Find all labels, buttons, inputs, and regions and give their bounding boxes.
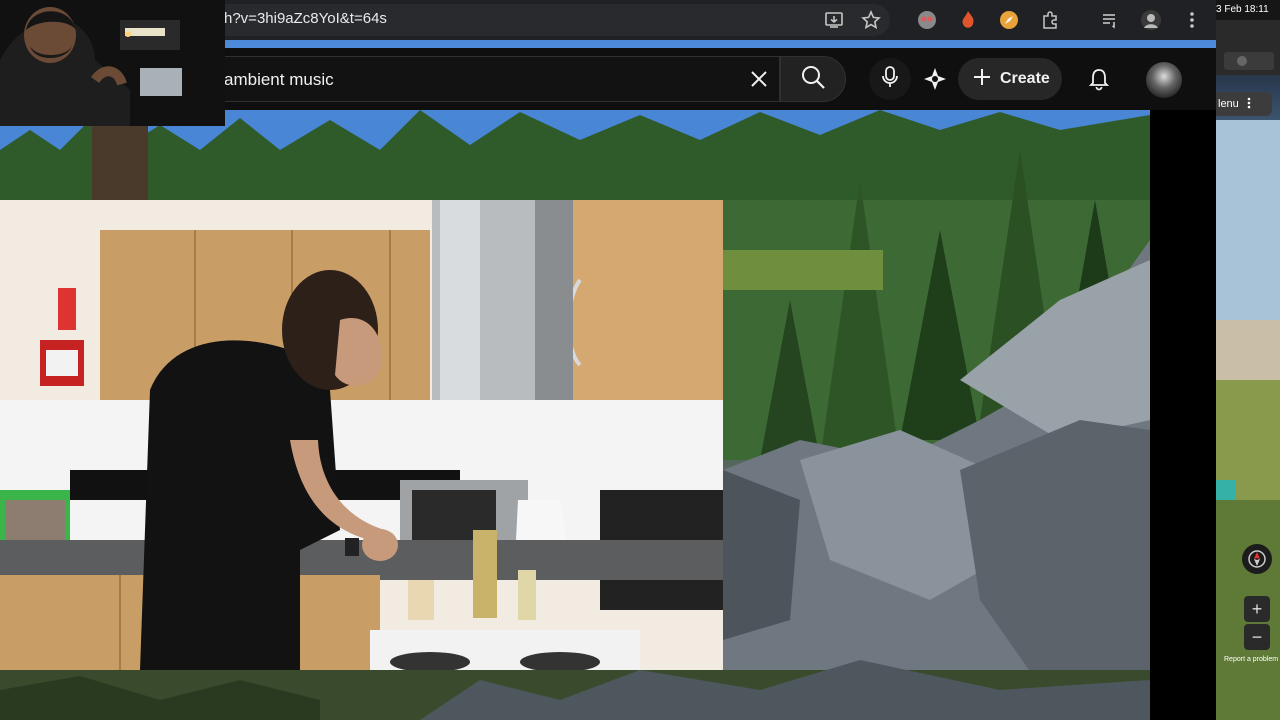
zoom-in-button[interactable]: + [1244,596,1270,622]
media-queue-icon[interactable] [1098,8,1122,32]
side-menu-label: lenu [1218,98,1239,110]
bookmark-star-icon[interactable] [859,8,883,32]
mic-icon [880,65,900,94]
gemini-icon[interactable] [914,58,956,100]
kitchen-video-overlay [0,200,723,670]
address-bar-url[interactable]: h?v=3hi9aZc8YoI&t=64s [224,10,387,27]
more-vert-icon[interactable] [1180,8,1204,32]
voice-search-button[interactable] [869,58,911,100]
plus-icon [972,67,992,92]
system-clock: 3 Feb 18:11 [1216,4,1269,15]
search-icon [800,64,826,95]
profile-icon[interactable] [1139,8,1163,32]
video-letterbox [1150,110,1216,720]
report-problem-link[interactable]: Report a problem [1224,656,1278,663]
extension-avatar-icon[interactable] [915,8,939,32]
compass-icon[interactable] [1242,544,1272,574]
search-button[interactable] [780,56,846,102]
create-label: Create [1000,70,1050,87]
more-vert-icon [1247,97,1251,112]
side-menu-button[interactable]: lenu [1216,92,1272,116]
avatar[interactable] [1146,62,1182,98]
search-query-text[interactable]: ambient music [224,70,334,90]
clear-icon[interactable] [738,58,780,100]
extension-flame-icon[interactable] [956,8,980,32]
extension-compass-icon[interactable] [997,8,1021,32]
bell-icon[interactable] [1078,58,1120,100]
create-button[interactable]: Create [958,58,1062,100]
webcam-overlay [0,0,225,126]
install-icon[interactable] [822,8,846,32]
extensions-puzzle-icon[interactable] [1038,8,1062,32]
zoom-out-button[interactable]: − [1244,624,1270,650]
